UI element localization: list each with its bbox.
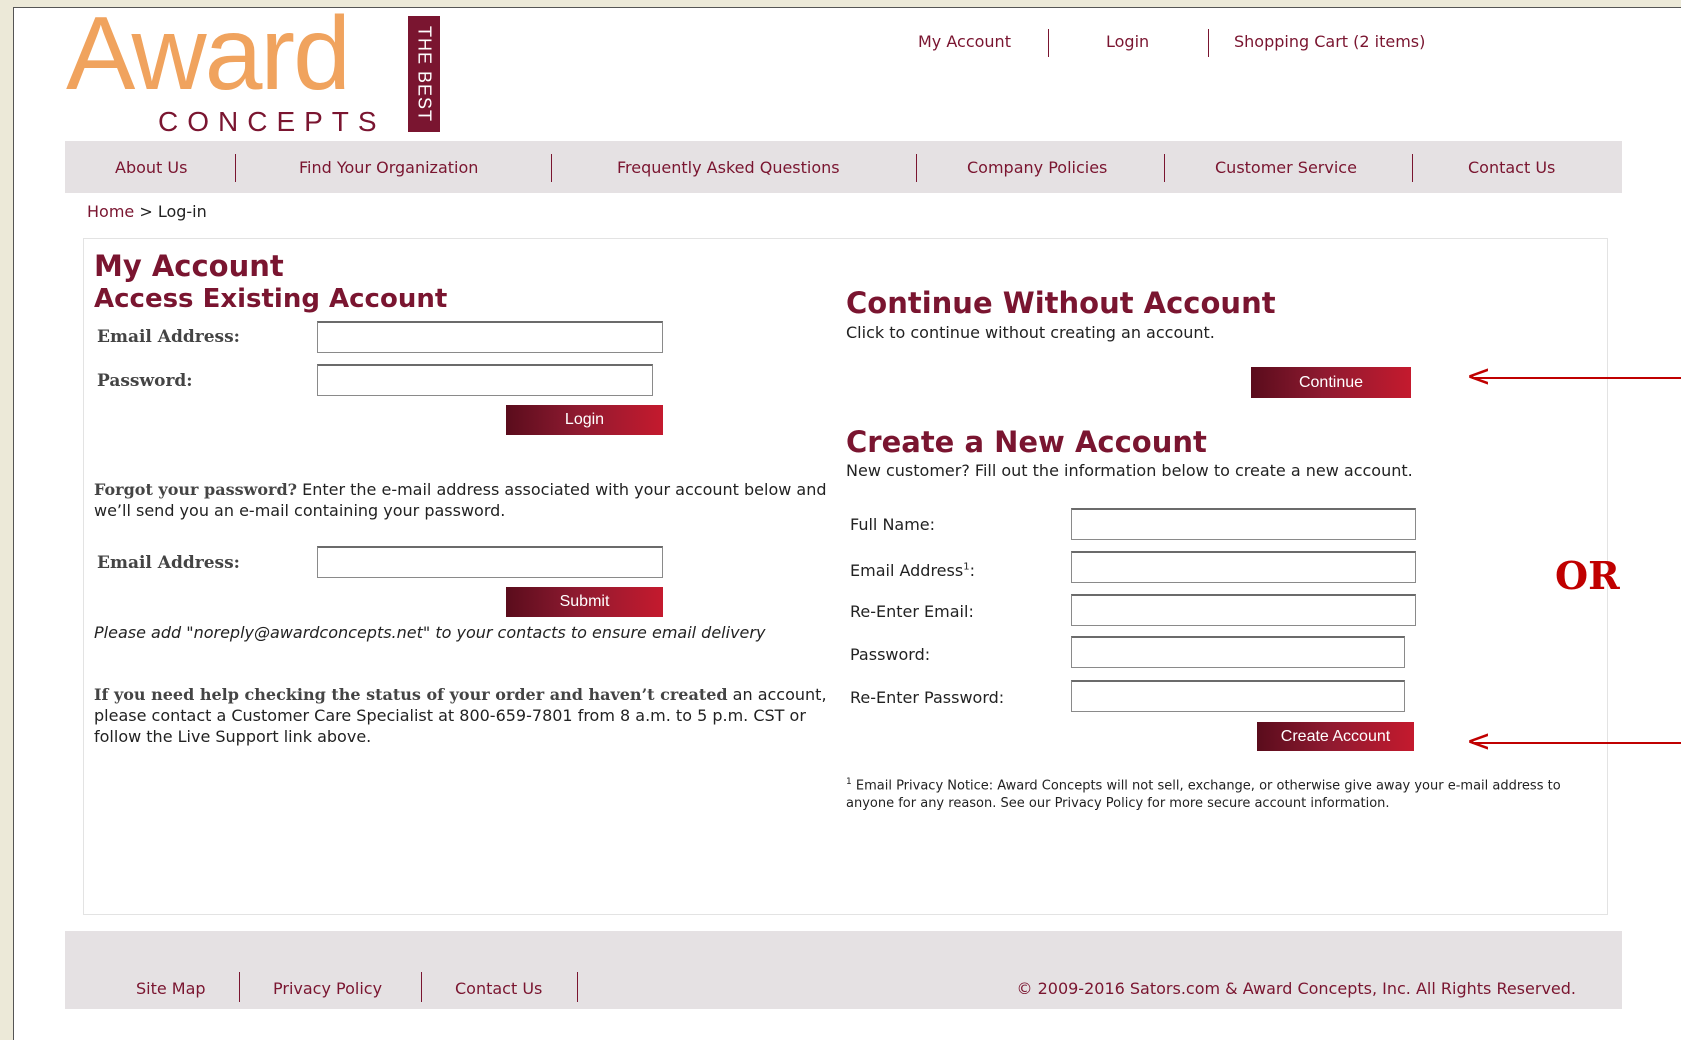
nav-company-policies[interactable]: Company Policies xyxy=(967,158,1107,177)
logo-concepts-text: CONCEPTS xyxy=(158,106,386,137)
login-password-input[interactable] xyxy=(317,364,653,396)
footer-contact-us-link[interactable]: Contact Us xyxy=(455,979,542,998)
nav-divider xyxy=(1412,154,1413,182)
login-link[interactable]: Login xyxy=(1106,32,1149,51)
login-password-label: Password: xyxy=(97,371,193,391)
top-link-divider xyxy=(1048,29,1049,57)
reenter-email-label: Re-Enter Email: xyxy=(850,602,974,621)
order-help-lead: If you need help checking the status of … xyxy=(94,685,728,704)
top-link-divider xyxy=(1208,29,1209,57)
shopping-cart-link[interactable]: Shopping Cart (2 items) xyxy=(1234,32,1425,51)
privacy-notice-text: Email Privacy Notice: Award Concepts wil… xyxy=(846,778,1561,812)
create-account-arrowhead-icon: < xyxy=(1466,724,1492,759)
breadcrumb-current: Log-in xyxy=(157,202,207,221)
or-annotation: OR xyxy=(1555,553,1620,598)
forgot-password-instructions: Forgot your password? Enter the e-mail a… xyxy=(94,479,834,521)
full-name-input[interactable] xyxy=(1071,508,1416,540)
new-password-input[interactable] xyxy=(1071,636,1405,668)
footer-privacy-policy-link[interactable]: Privacy Policy xyxy=(273,979,382,998)
login-email-label: Email Address: xyxy=(97,327,240,347)
new-email-label: Email Address1: xyxy=(850,561,975,580)
continue-button[interactable]: Continue xyxy=(1251,367,1411,398)
breadcrumb-separator: > xyxy=(134,202,158,221)
new-email-label-text: Email Address xyxy=(850,561,964,580)
create-account-arrow-annotation xyxy=(1472,742,1681,744)
full-name-label: Full Name: xyxy=(850,515,936,534)
access-existing-account-heading: Access Existing Account xyxy=(94,284,448,314)
noreply-note: Please add "noreply@awardconcepts.net" t… xyxy=(94,623,766,642)
my-account-heading: My Account xyxy=(94,249,284,283)
footer-divider xyxy=(421,972,422,1002)
forgot-email-label: Email Address: xyxy=(97,553,240,573)
email-privacy-notice: 1 Email Privacy Notice: Award Concepts w… xyxy=(846,773,1586,813)
reenter-password-input[interactable] xyxy=(1071,680,1405,712)
footer-site-map-link[interactable]: Site Map xyxy=(136,979,206,998)
reenter-password-label: Re-Enter Password: xyxy=(850,688,1005,707)
new-email-label-colon: : xyxy=(969,561,975,580)
new-email-input[interactable] xyxy=(1071,551,1416,583)
continue-description: Click to continue without creating an ac… xyxy=(846,323,1215,342)
nav-faq[interactable]: Frequently Asked Questions xyxy=(617,158,840,177)
nav-divider xyxy=(235,154,236,182)
copyright-notice: © 2009-2016 Sators.com & Award Concepts,… xyxy=(1016,979,1577,998)
logo-the-best-badge: THE BEST xyxy=(408,16,440,132)
nav-divider xyxy=(551,154,552,182)
footer-divider xyxy=(577,972,578,1002)
new-password-label: Password: xyxy=(850,645,931,664)
nav-about-us[interactable]: About Us xyxy=(115,158,187,177)
create-account-button[interactable]: Create Account xyxy=(1257,722,1414,751)
footer-divider xyxy=(239,972,240,1002)
forgot-password-lead: Forgot your password? xyxy=(94,480,298,499)
logo-award-text: Award xyxy=(66,0,351,112)
nav-divider xyxy=(1164,154,1165,182)
forgot-email-input[interactable] xyxy=(317,546,663,578)
my-account-link[interactable]: My Account xyxy=(918,32,1011,51)
nav-customer-service[interactable]: Customer Service xyxy=(1215,158,1357,177)
submit-button[interactable]: Submit xyxy=(506,587,663,617)
nav-divider xyxy=(916,154,917,182)
main-nav: About Us Find Your Organization Frequent… xyxy=(65,141,1622,193)
nav-find-your-organization[interactable]: Find Your Organization xyxy=(299,158,478,177)
continue-arrow-annotation xyxy=(1472,377,1681,379)
nav-contact-us[interactable]: Contact Us xyxy=(1468,158,1555,177)
login-email-input[interactable] xyxy=(317,321,663,353)
create-new-account-heading: Create a New Account xyxy=(846,425,1207,459)
create-account-description: New customer? Fill out the information b… xyxy=(846,461,1413,480)
order-help-text: If you need help checking the status of … xyxy=(94,684,834,747)
reenter-email-input[interactable] xyxy=(1071,594,1416,626)
logo-tagline: THE BEST xyxy=(414,25,435,123)
breadcrumb: Home > Log-in xyxy=(87,202,207,221)
login-button[interactable]: Login xyxy=(506,405,663,435)
award-concepts-logo[interactable]: Award CONCEPTS THE BEST xyxy=(66,2,456,137)
continue-without-account-heading: Continue Without Account xyxy=(846,286,1276,320)
footer: Site Map Privacy Policy Contact Us © 200… xyxy=(65,931,1622,1009)
continue-arrowhead-icon: < xyxy=(1466,359,1492,394)
breadcrumb-home[interactable]: Home xyxy=(87,202,134,221)
